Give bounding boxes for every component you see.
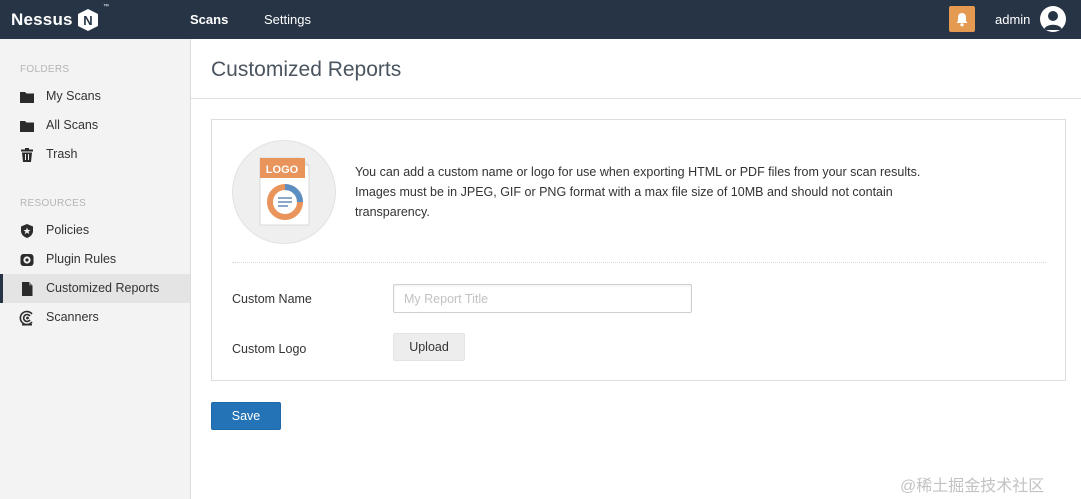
bell-icon	[956, 12, 968, 26]
sidebar-item-label: Trash	[46, 147, 78, 161]
sidebar-item-label: All Scans	[46, 118, 99, 132]
custom-name-input[interactable]	[393, 284, 692, 313]
sidebar-item-label: Customized Reports	[46, 281, 160, 295]
logo-placeholder-image: LOGO	[232, 140, 336, 244]
user-avatar-icon[interactable]	[1040, 6, 1066, 32]
plugin-rules-icon	[20, 254, 34, 266]
trademark-mark: ™	[103, 4, 109, 10]
sidebar-item-label: Policies	[46, 223, 90, 237]
document-icon	[22, 282, 33, 296]
description-line: transparency.	[355, 205, 430, 219]
sidebar-item-customized-reports[interactable]: Customized Reports	[0, 274, 190, 303]
title-divider	[191, 98, 1081, 99]
custom-logo-label: Custom Logo	[232, 342, 307, 356]
sidebar-item-label: My Scans	[46, 89, 101, 103]
sidebar-item-trash[interactable]: Trash	[0, 140, 190, 169]
folder-icon	[20, 92, 34, 103]
custom-report-description: You can add a custom name or logo for us…	[355, 162, 955, 222]
logo-text: Nessus	[11, 10, 73, 29]
folder-icon	[20, 121, 34, 132]
resources-heading: RESOURCES	[20, 198, 87, 209]
sidebar-item-policies[interactable]: Policies	[0, 216, 190, 245]
sidebar-item-label: Scanners	[46, 310, 99, 324]
sidebar-item-all-scans[interactable]: All Scans	[0, 111, 190, 140]
trash-icon	[21, 148, 33, 162]
top-navigation-bar: Nessus N ™ Scans Settings admin	[0, 0, 1081, 39]
custom-name-label: Custom Name	[232, 292, 312, 306]
user-menu-name[interactable]: admin	[995, 12, 1030, 27]
logo-placeholder-text: LOGO	[266, 164, 299, 176]
sidebar: FOLDERS My Scans All Scans Trash RESOURC…	[0, 39, 191, 499]
page-title: Customized Reports	[211, 58, 402, 81]
logo-badge-icon: N	[77, 8, 99, 32]
save-button[interactable]: Save	[211, 402, 281, 430]
nessus-logo[interactable]: Nessus N	[11, 7, 99, 33]
sidebar-item-plugin-rules[interactable]: Plugin Rules	[0, 245, 190, 274]
nav-scans[interactable]: Scans	[190, 12, 228, 27]
folders-heading: FOLDERS	[20, 64, 70, 75]
logo-document-icon: LOGO	[259, 157, 310, 226]
scanner-icon	[19, 310, 33, 326]
description-line: Images must be in JPEG, GIF or PNG forma…	[355, 185, 893, 199]
sidebar-item-label: Plugin Rules	[46, 252, 117, 266]
watermark-text: @稀土掘金技术社区	[900, 478, 1045, 495]
sidebar-item-my-scans[interactable]: My Scans	[0, 82, 190, 111]
sidebar-item-scanners[interactable]: Scanners	[0, 303, 190, 332]
custom-report-card: LOGO You can add a custom name or logo f…	[211, 119, 1066, 381]
section-divider	[232, 262, 1046, 263]
logo-badge-letter: N	[83, 13, 92, 28]
description-line: You can add a custom name or logo for us…	[355, 165, 921, 179]
notifications-button[interactable]	[949, 6, 975, 32]
nav-settings[interactable]: Settings	[264, 12, 311, 27]
shield-icon	[21, 224, 33, 238]
upload-logo-button[interactable]: Upload	[393, 333, 465, 361]
